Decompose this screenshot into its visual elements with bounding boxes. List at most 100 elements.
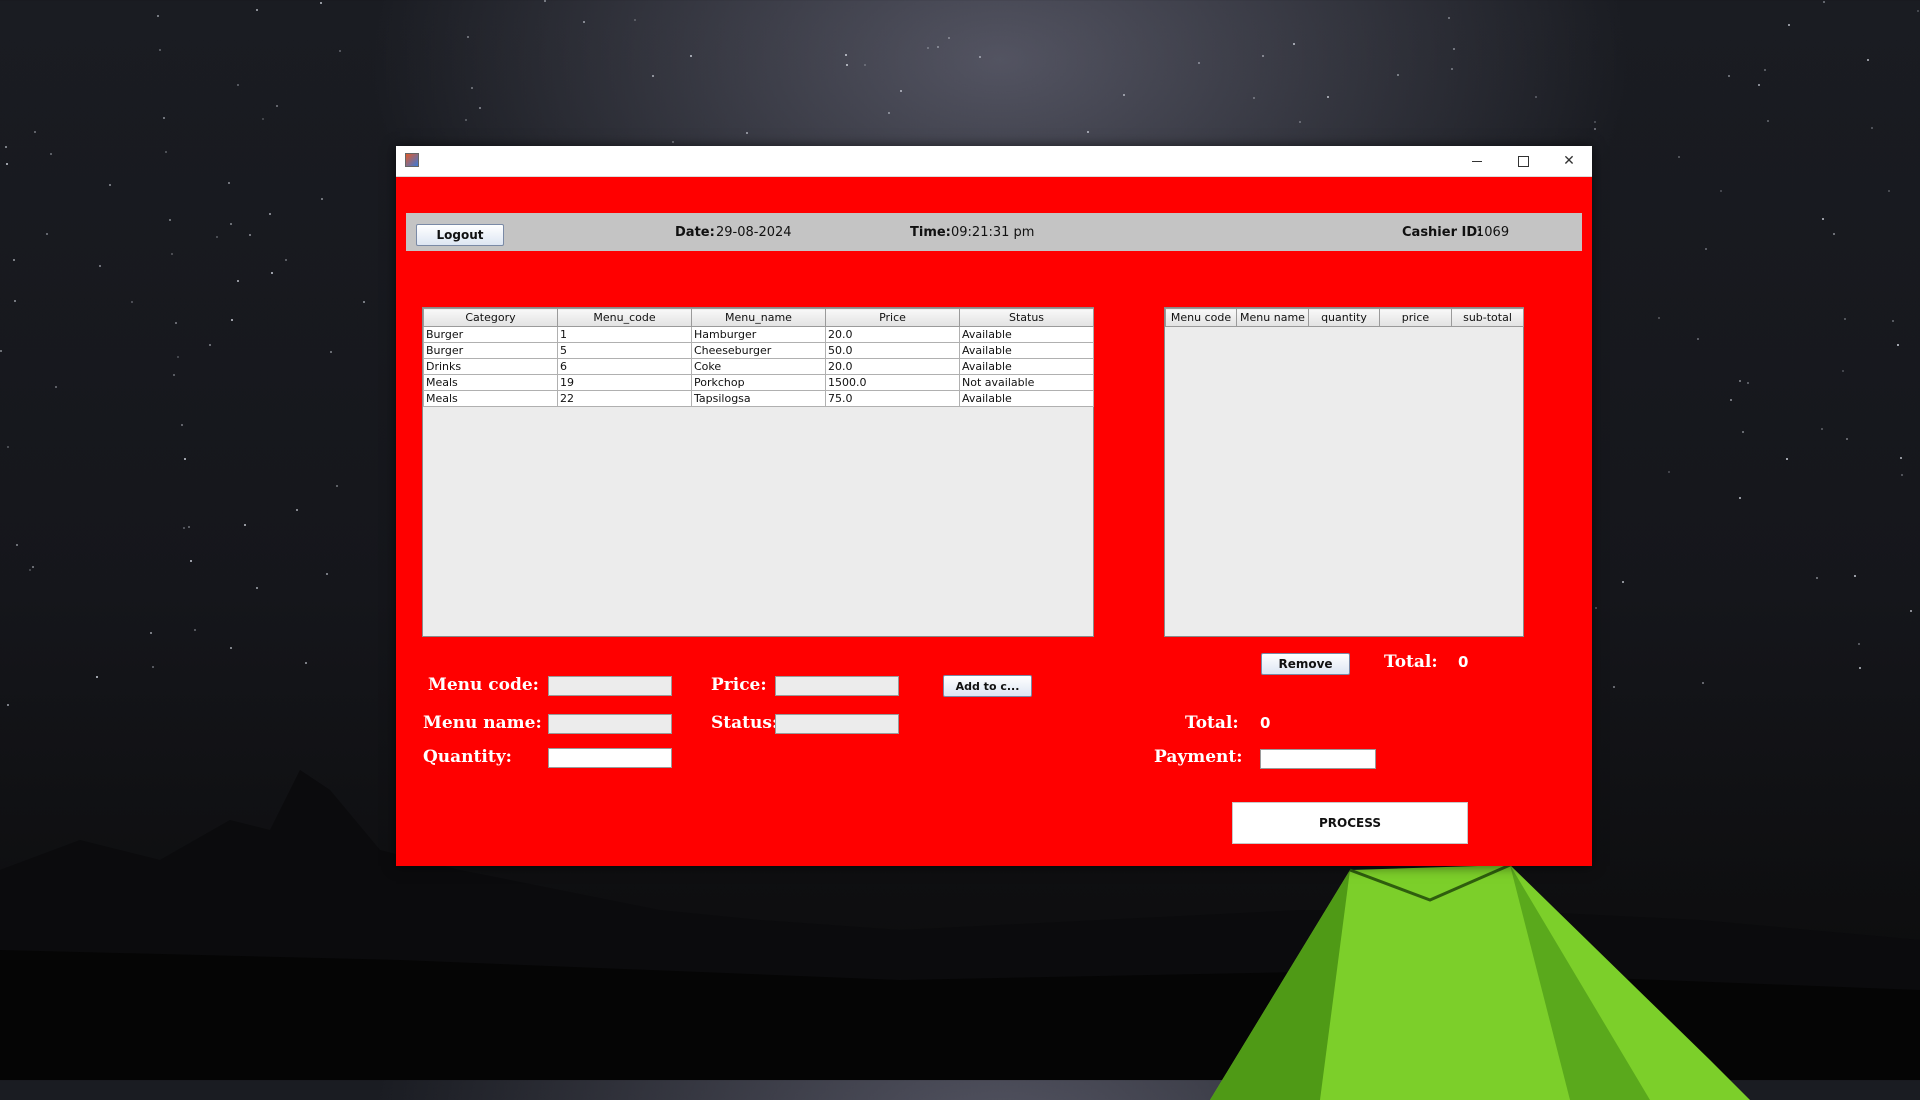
table-cell[interactable]: Meals: [423, 390, 558, 407]
cart-table-column-header[interactable]: Menu code: [1165, 308, 1237, 327]
add-to-cart-button[interactable]: Add to c...: [943, 675, 1032, 697]
window-titlebar[interactable]: ✕: [396, 146, 1592, 177]
star: [184, 458, 186, 460]
table-cell[interactable]: 6: [557, 358, 692, 375]
table-cell[interactable]: Available: [959, 390, 1094, 407]
star: [1595, 607, 1597, 609]
star: [672, 141, 674, 143]
table-cell[interactable]: Drinks: [423, 358, 558, 375]
star: [32, 566, 34, 568]
table-cell[interactable]: Tapsilogsa: [691, 390, 826, 407]
star: [159, 49, 161, 51]
star: [363, 301, 365, 303]
table-cell[interactable]: 20.0: [825, 358, 960, 375]
table-cell[interactable]: Cheeseburger: [691, 342, 826, 359]
star: [1087, 131, 1089, 133]
menu-table-column-header[interactable]: Status: [959, 308, 1094, 327]
star: [1871, 127, 1873, 129]
table-cell[interactable]: Burger: [423, 342, 558, 359]
star: [1453, 48, 1455, 50]
cart-total-label: Total:: [1384, 652, 1438, 672]
star: [544, 0, 546, 2]
star: [634, 19, 636, 21]
maximize-button[interactable]: [1500, 146, 1546, 176]
table-cell[interactable]: 5: [557, 342, 692, 359]
table-row[interactable]: Meals 19 Porkchop 1500.0 Not available: [423, 374, 1094, 391]
table-cell[interactable]: Not available: [959, 374, 1094, 391]
logout-button[interactable]: Logout: [416, 224, 504, 246]
table-cell[interactable]: 20.0: [825, 326, 960, 343]
cart-table-column-header[interactable]: Menu name: [1236, 308, 1309, 327]
table-row[interactable]: Burger 1 Hamburger 20.0 Available: [423, 326, 1094, 343]
star: [1844, 318, 1846, 320]
star: [465, 119, 467, 121]
table-cell[interactable]: 19: [557, 374, 692, 391]
process-button[interactable]: PROCESS: [1232, 802, 1468, 844]
menu-table-column-header[interactable]: Category: [423, 308, 558, 327]
table-cell[interactable]: Coke: [691, 358, 826, 375]
table-cell[interactable]: 22: [557, 390, 692, 407]
status-field[interactable]: [775, 714, 899, 734]
time-value: 09:21:31 pm: [951, 225, 1035, 240]
menu-table-column-header[interactable]: Menu_code: [557, 308, 692, 327]
table-cell[interactable]: Hamburger: [691, 326, 826, 343]
price-field[interactable]: [775, 676, 899, 696]
star: [1253, 97, 1255, 99]
table-cell[interactable]: Available: [959, 342, 1094, 359]
star: [1822, 218, 1824, 220]
table-cell[interactable]: Burger: [423, 326, 558, 343]
star: [326, 573, 328, 575]
star: [249, 234, 251, 236]
table-cell[interactable]: 1: [557, 326, 692, 343]
star: [188, 526, 190, 528]
menu-table-column-header[interactable]: Price: [825, 308, 960, 327]
star: [169, 219, 171, 221]
menu-table-column-header[interactable]: Menu_name: [691, 308, 826, 327]
minimize-button[interactable]: [1454, 146, 1500, 176]
cart-table-column-header[interactable]: quantity: [1308, 308, 1380, 327]
star: [1299, 121, 1301, 123]
table-row[interactable]: Burger 5 Cheeseburger 50.0 Available: [423, 342, 1094, 359]
star: [1397, 74, 1399, 76]
star: [1742, 431, 1744, 433]
remove-button[interactable]: Remove: [1261, 653, 1350, 675]
star: [163, 117, 165, 119]
star: [177, 356, 179, 358]
star: [29, 569, 31, 571]
star: [1842, 370, 1844, 372]
cart-table-panel[interactable]: Menu code Menu name quantity price sub-total: [1164, 307, 1524, 637]
menu-table[interactable]: Category Menu_code Menu_name Price Status Bu…: [423, 308, 1094, 407]
payment-field[interactable]: [1260, 749, 1376, 769]
table-cell[interactable]: Meals: [423, 374, 558, 391]
star: [336, 485, 338, 487]
menu-table-panel[interactable]: Category Menu_code Menu_name Price Status Bu…: [422, 307, 1094, 637]
star: [1123, 94, 1125, 96]
close-button[interactable]: ✕: [1546, 146, 1592, 176]
table-cell[interactable]: 1500.0: [825, 374, 960, 391]
star: [14, 300, 16, 302]
star: [690, 55, 692, 57]
star: [1823, 1, 1825, 3]
cart-table-column-header[interactable]: sub-total: [1451, 308, 1524, 327]
table-cell[interactable]: Available: [959, 326, 1094, 343]
table-cell[interactable]: Porkchop: [691, 374, 826, 391]
star: [1293, 43, 1295, 45]
star: [5, 146, 7, 148]
table-cell[interactable]: 75.0: [825, 390, 960, 407]
menu-code-field[interactable]: [548, 676, 672, 696]
table-row[interactable]: Meals 22 Tapsilogsa 75.0 Available: [423, 390, 1094, 407]
quantity-field[interactable]: [548, 748, 672, 768]
cart-table[interactable]: Menu code Menu name quantity price sub-total: [1165, 308, 1524, 327]
table-row[interactable]: Drinks 6 Coke 20.0 Available: [423, 358, 1094, 375]
star: [339, 50, 341, 52]
minimize-icon: [1472, 160, 1482, 162]
total-label: Total:: [1185, 713, 1239, 733]
star: [16, 544, 18, 546]
cart-total-value: 0: [1458, 653, 1469, 671]
cart-table-column-header[interactable]: price: [1379, 308, 1452, 327]
star: [1767, 120, 1769, 122]
table-cell[interactable]: Available: [959, 358, 1094, 375]
table-cell[interactable]: 50.0: [825, 342, 960, 359]
star: [1198, 62, 1200, 64]
menu-name-field[interactable]: [548, 714, 672, 734]
